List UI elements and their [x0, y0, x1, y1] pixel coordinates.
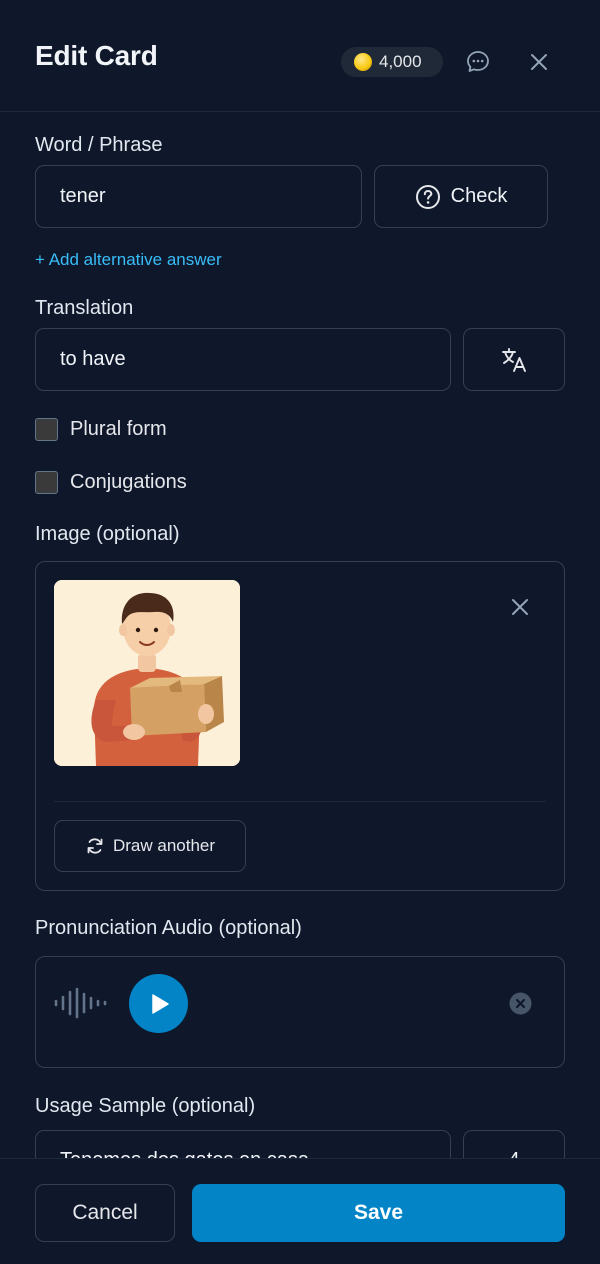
- translate-button[interactable]: [463, 328, 565, 391]
- close-button[interactable]: [526, 49, 552, 75]
- close-icon: [531, 54, 547, 70]
- audio-label: Pronunciation Audio (optional): [35, 917, 302, 939]
- play-icon: [151, 993, 169, 1014]
- coin-balance-badge[interactable]: 4,000: [341, 47, 443, 77]
- conjugations-checkbox[interactable]: [35, 471, 58, 494]
- save-button[interactable]: Save: [192, 1184, 565, 1242]
- conjugations-option[interactable]: Conjugations: [35, 471, 187, 494]
- waveform-icon: [54, 987, 107, 1019]
- image-divider: [54, 801, 546, 802]
- cancel-button[interactable]: Cancel: [35, 1184, 175, 1242]
- usage-side-field[interactable]: 4: [463, 1130, 565, 1158]
- check-button-label: Check: [450, 185, 508, 207]
- play-audio-button[interactable]: [129, 974, 188, 1033]
- remove-icon: [509, 992, 531, 1014]
- page-title: Edit Card: [35, 39, 158, 71]
- header: Edit Card: [0, 0, 600, 112]
- coin-icon: [354, 53, 372, 71]
- translation-input[interactable]: to have: [35, 328, 451, 391]
- card-form[interactable]: Word / Phrase tener Check + Add alternat…: [0, 113, 600, 1158]
- translate-icon: [502, 347, 526, 372]
- word-label: Word / Phrase: [35, 134, 163, 156]
- usage-label: Usage Sample (optional): [35, 1095, 256, 1117]
- word-input-value: tener: [60, 185, 106, 207]
- refresh-icon: [87, 838, 103, 854]
- usage-side-value: 4: [508, 1149, 519, 1158]
- usage-input[interactable]: Tenemos dos gatos en casa.: [35, 1130, 451, 1158]
- audio-card: [35, 956, 565, 1068]
- plural-form-label: Plural form: [70, 418, 167, 440]
- image-label: Image (optional): [35, 523, 180, 545]
- word-input[interactable]: tener: [35, 165, 362, 228]
- chat-icon: [467, 51, 489, 72]
- plural-form-checkbox[interactable]: [35, 418, 58, 441]
- plural-form-option[interactable]: Plural form: [35, 418, 167, 441]
- usage-input-value: Tenemos dos gatos en casa.: [60, 1149, 315, 1158]
- illustration-man-holding-box: [54, 580, 240, 766]
- close-icon: [512, 599, 528, 615]
- add-alternative-answer-link[interactable]: + Add alternative answer: [35, 250, 222, 270]
- question-circle-icon: [415, 184, 440, 209]
- draw-another-label: Draw another: [112, 836, 216, 855]
- remove-image-button[interactable]: [507, 594, 533, 620]
- translation-input-value: to have: [60, 348, 126, 370]
- draw-another-button[interactable]: Draw another: [54, 820, 246, 872]
- translation-label: Translation: [35, 297, 134, 319]
- remove-audio-button[interactable]: [508, 991, 532, 1015]
- conjugations-label: Conjugations: [70, 471, 187, 493]
- check-button[interactable]: Check: [374, 165, 548, 228]
- footer: Cancel Save: [0, 1158, 600, 1264]
- chat-button[interactable]: [464, 48, 492, 76]
- card-image: [54, 580, 240, 766]
- coin-balance: 4,000: [379, 52, 422, 71]
